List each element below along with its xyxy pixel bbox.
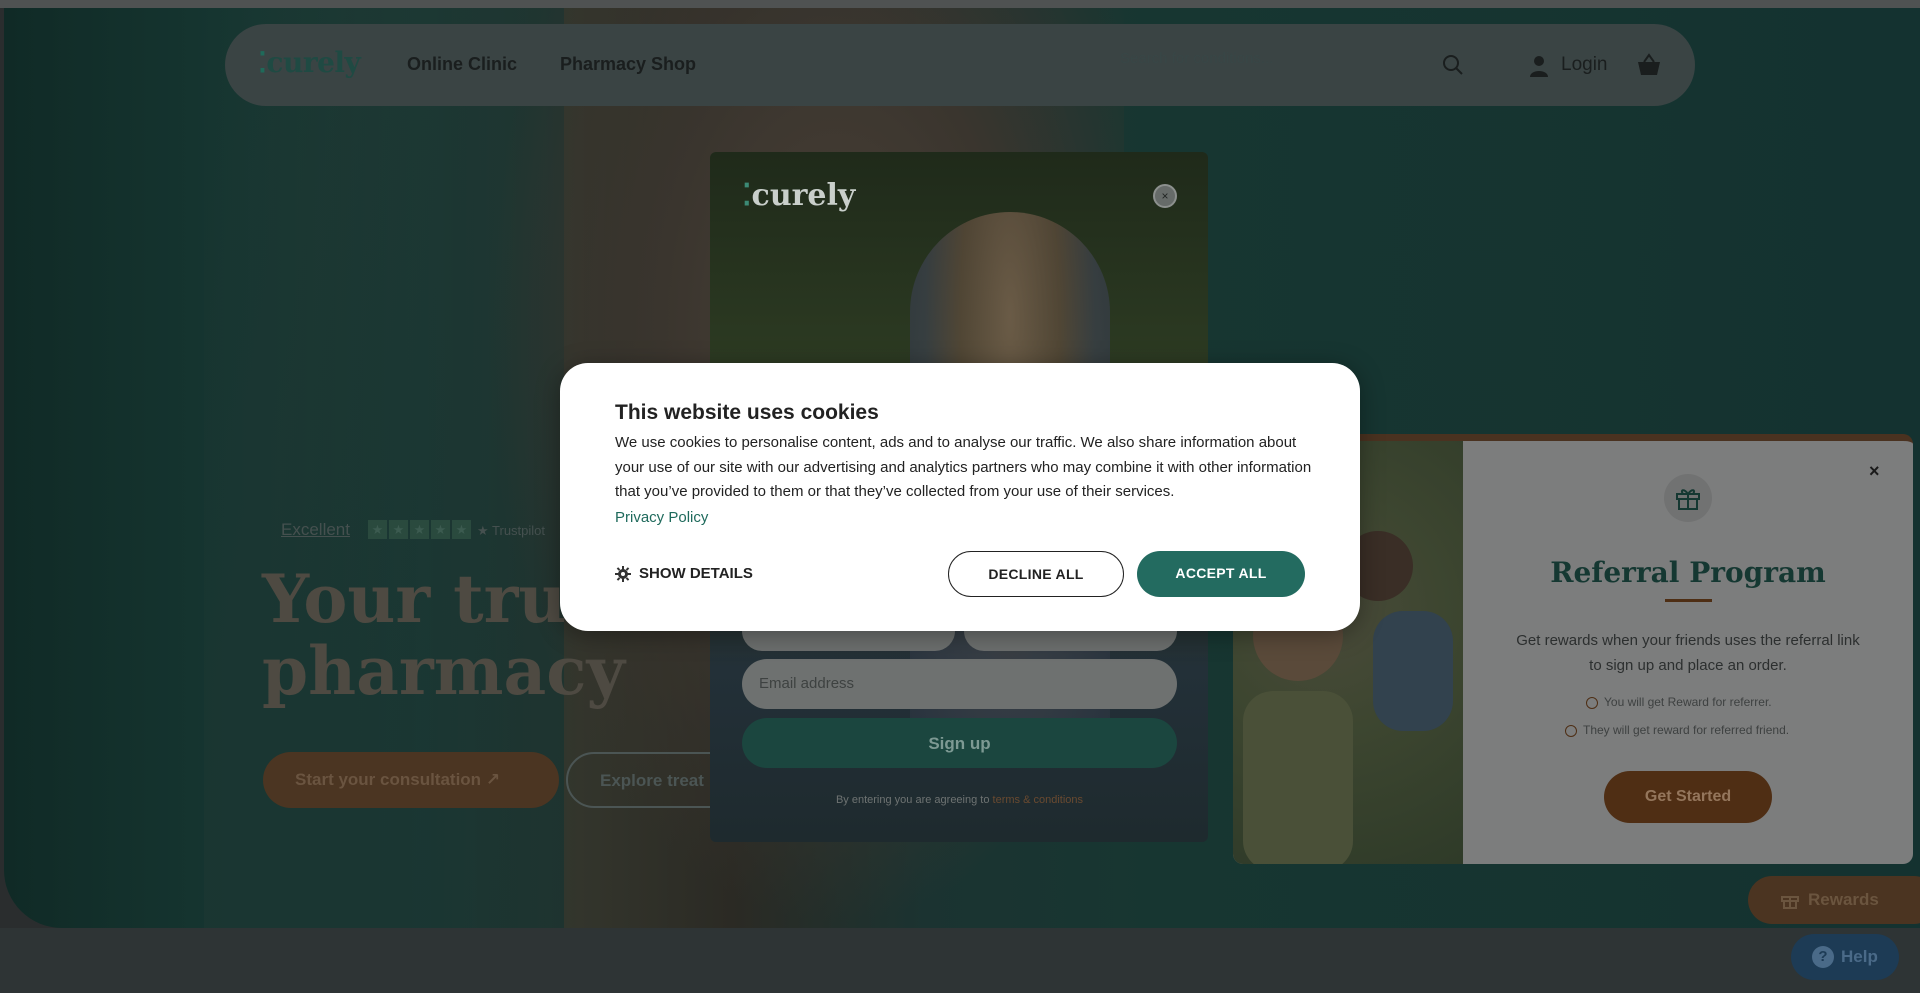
privacy-policy-link[interactable]: Privacy Policy: [615, 509, 708, 526]
star-icon: ★: [368, 520, 387, 539]
site-logo[interactable]: ⁚curely: [258, 46, 361, 79]
terms-link[interactable]: terms & conditions: [993, 794, 1083, 806]
signup-logo: ⁚curely: [742, 178, 856, 213]
gift-icon: [1664, 474, 1712, 522]
referral-description: Get rewards when your friends uses the r…: [1516, 632, 1860, 674]
referral-close-button[interactable]: ×: [1869, 461, 1880, 482]
star-icon: ★: [452, 520, 471, 539]
question-icon: ?: [1812, 946, 1834, 968]
arrow-up-right-icon: ↗: [485, 770, 501, 789]
email-field[interactable]: Email address: [742, 659, 1177, 709]
cookie-body: We use cookies to personalise content, a…: [615, 434, 1312, 500]
signup-terms: By entering you are agreeing to terms & …: [835, 794, 1084, 806]
accept-all-button[interactable]: ACCEPT ALL: [1137, 551, 1305, 597]
basket-icon[interactable]: [1636, 53, 1662, 77]
gift-icon: [1781, 896, 1799, 909]
trustpilot-brand: ★ Trustpilot: [477, 523, 546, 538]
user-icon[interactable]: [1528, 54, 1550, 78]
cookie-title: This website uses cookies: [615, 401, 879, 424]
search-icon[interactable]: [1442, 54, 1464, 76]
star-icon: ★: [389, 520, 408, 539]
star-icon: ★: [410, 520, 429, 539]
get-started-button[interactable]: Get Started: [1604, 771, 1772, 823]
show-details-toggle[interactable]: SHOW DETAILS: [615, 565, 753, 582]
trust-rating-label[interactable]: Excellent: [281, 520, 350, 540]
signup-button[interactable]: Sign up: [742, 718, 1177, 768]
help-button[interactable]: Help: [1791, 934, 1899, 980]
check-circle-icon: [1586, 696, 1598, 709]
cookie-dialog: This website uses cookies We use cookies…: [560, 363, 1360, 631]
decline-all-button[interactable]: DECLINE ALL: [948, 551, 1124, 597]
search-input[interactable]: Search for conditions...: [1120, 50, 1480, 82]
referral-title: Referral Program: [1550, 556, 1826, 589]
referral-title-underline: [1665, 599, 1712, 602]
signup-close-button[interactable]: ×: [1153, 184, 1177, 208]
gear-icon: [615, 565, 631, 582]
check-circle-icon: [1565, 724, 1577, 737]
start-consultation-button[interactable]: Start your consultation ↗: [263, 752, 559, 808]
star-icon: ★: [431, 520, 450, 539]
below-hero-area: [0, 928, 1920, 993]
referral-benefit-item: You will get Reward for referrer.: [1586, 695, 1772, 709]
nav-pharmacy-shop[interactable]: Pharmacy Shop: [560, 54, 696, 75]
page-top-strip: [0, 0, 1920, 8]
referral-benefit-item: They will get reward for referred friend…: [1565, 723, 1789, 737]
trustpilot-stars: ★ ★ ★ ★ ★: [368, 520, 471, 539]
login-link[interactable]: Login: [1561, 54, 1608, 76]
nav-online-clinic[interactable]: Online Clinic: [407, 54, 517, 75]
rewards-button[interactable]: Rewards: [1748, 876, 1920, 924]
